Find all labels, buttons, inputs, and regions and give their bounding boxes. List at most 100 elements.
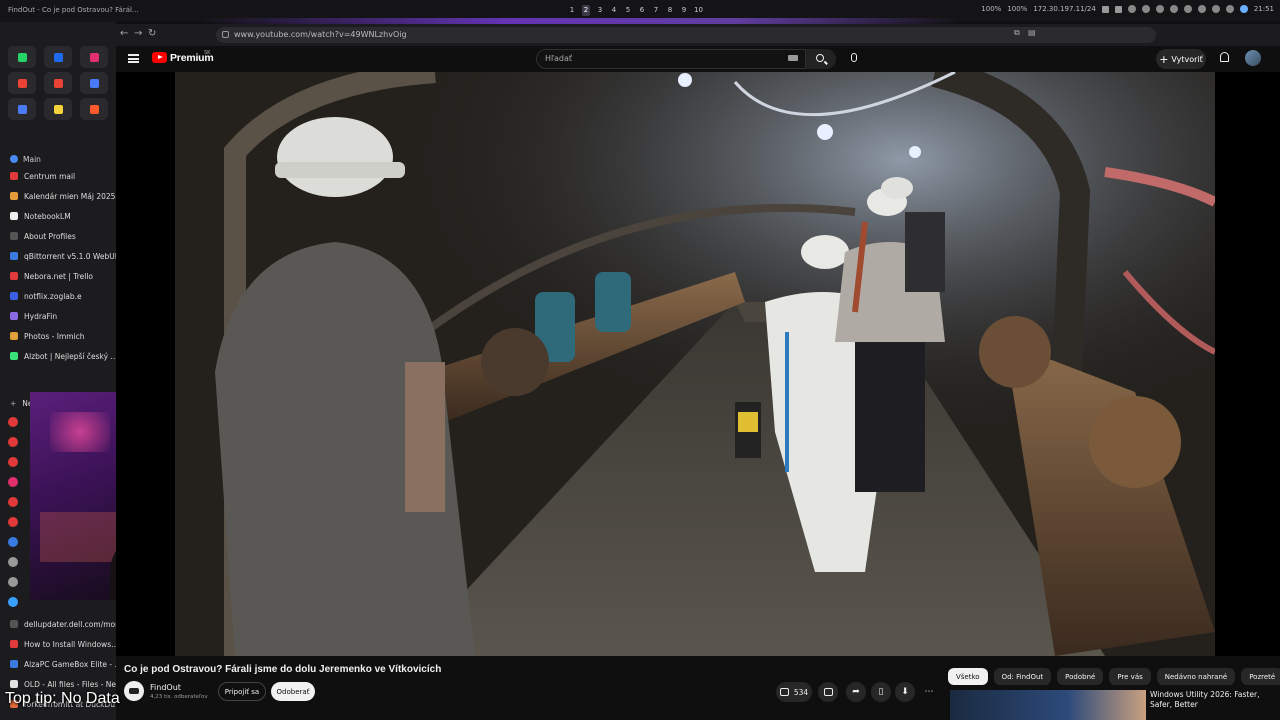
notifications-icon[interactable]	[1225, 5, 1234, 13]
filter-chip[interactable]: Pre vás	[1109, 668, 1151, 685]
workspace-9[interactable]: 9	[680, 5, 688, 16]
collapsed-tab-favicon-icon[interactable]	[8, 497, 18, 507]
discord-icon[interactable]	[1141, 5, 1150, 13]
search-input[interactable]: Hľadať	[536, 49, 806, 69]
save-button[interactable]: ▯	[871, 682, 891, 702]
sidebar-tab[interactable]: About Profiles	[0, 226, 116, 246]
pinned-tab-6[interactable]	[44, 72, 72, 94]
workspace-6[interactable]: 6	[638, 5, 646, 16]
share-button[interactable]: ➦	[846, 682, 866, 702]
recommended-video-thumbnail[interactable]	[950, 690, 1146, 720]
copy-icon[interactable]	[1101, 5, 1109, 13]
workspace-5[interactable]: 5	[624, 5, 632, 16]
phone-icon[interactable]	[1114, 5, 1122, 13]
forward-icon[interactable]: →	[134, 28, 142, 39]
account-avatar[interactable]	[1245, 50, 1261, 66]
favicon-icon	[10, 660, 18, 668]
wifi-icon[interactable]	[1197, 5, 1206, 13]
sidebar-tab[interactable]: Kalendár mien Máj 2025	[0, 186, 116, 206]
favicon-icon	[10, 640, 18, 648]
collapsed-tab-favicon-icon[interactable]	[8, 477, 18, 487]
workspace-4[interactable]: 4	[610, 5, 618, 16]
download-icon: ⬇	[901, 687, 909, 697]
sidebar-tab[interactable]: dellupdater.dell.com/mon…	[0, 614, 116, 634]
recommended-video-title[interactable]: Windows Utility 2026: Faster, Safer, Bet…	[1150, 690, 1272, 710]
back-icon[interactable]: ←	[120, 28, 128, 39]
like-button[interactable]: 534	[776, 682, 812, 702]
sidebar-tab-label: Centrum mail	[24, 171, 76, 181]
collapsed-tab-favicon-icon[interactable]	[8, 517, 18, 527]
sidebar-tab[interactable]: Nebora.net | Trello	[0, 266, 116, 286]
sidebar-tab[interactable]: HydraFin	[0, 306, 116, 326]
clock: 21:51	[1253, 5, 1274, 13]
pinned-tab-10[interactable]	[44, 98, 72, 120]
pinned-tab-9[interactable]	[8, 98, 36, 120]
dislike-button[interactable]	[818, 682, 838, 702]
share-page-icon[interactable]: ⧉	[1014, 28, 1020, 38]
lock-icon[interactable]	[222, 31, 229, 38]
search-button[interactable]	[806, 49, 836, 69]
pinned-tab-7[interactable]	[80, 72, 108, 94]
create-button[interactable]: + Vytvoriť	[1156, 49, 1206, 69]
reload-icon[interactable]: ↻	[148, 28, 156, 39]
sidebar-tab[interactable]: notflix.zoglab.e	[0, 286, 116, 306]
webcam-rgb-light	[50, 412, 110, 452]
filter-chip[interactable]: Od: FindOut	[993, 668, 1052, 685]
sidebar-tab[interactable]: Photos - Immich	[0, 326, 116, 346]
voice-search-button[interactable]	[844, 49, 864, 69]
pinned-tab-3[interactable]	[80, 46, 108, 68]
collapsed-tab-favicon-icon[interactable]	[8, 457, 18, 467]
sidebar-tab-label: How to Install Windows…	[24, 639, 116, 649]
youtube-logo-icon[interactable]	[152, 52, 167, 63]
hamburger-menu-icon[interactable]	[128, 54, 139, 63]
download-button[interactable]: ⬇	[895, 682, 915, 702]
join-button[interactable]: Pripojiť sa	[218, 682, 266, 701]
more-actions-button[interactable]: ⋯	[919, 682, 939, 702]
pinned-tab-1[interactable]	[8, 46, 36, 68]
workspace-7[interactable]: 7	[652, 5, 660, 16]
workspace-10[interactable]: 10	[694, 5, 703, 16]
steam-icon[interactable]	[1127, 5, 1136, 13]
keyboard-icon[interactable]	[788, 55, 798, 61]
sidebar-tab[interactable]: Centrum mail	[0, 166, 116, 186]
webcam-background-shelf	[40, 512, 120, 562]
favicon-icon	[10, 252, 18, 260]
volume-icon[interactable]	[1169, 5, 1178, 13]
power-icon[interactable]	[1239, 5, 1248, 13]
reader-mode-icon[interactable]: ▤	[1028, 28, 1036, 37]
video-player[interactable]	[175, 72, 1215, 656]
pinned-tab-5[interactable]	[8, 72, 36, 94]
system-tray: 100% 100% 172.30.197.11/24 21:51	[981, 5, 1274, 13]
filter-chip[interactable]: Všetko	[948, 668, 988, 685]
workspace-2[interactable]: 2	[582, 5, 590, 16]
collapsed-tab-favicon-icon[interactable]	[8, 537, 18, 547]
subscribed-button[interactable]: Odoberať	[271, 682, 315, 701]
filter-chip[interactable]: Nedávno nahrané	[1156, 668, 1236, 685]
sidebar-tab[interactable]: How to Install Windows…	[0, 634, 116, 654]
filter-chip[interactable]: Podobné	[1057, 668, 1104, 685]
collapsed-tab-favicon-icon[interactable]	[8, 557, 18, 567]
workspace-3[interactable]: 3	[596, 5, 604, 16]
workspace-1[interactable]: 1	[568, 5, 576, 16]
pinned-tab-11[interactable]	[80, 98, 108, 120]
tab-group-main[interactable]: Main	[0, 152, 116, 166]
pinned-tab-2[interactable]	[44, 46, 72, 68]
filter-chip[interactable]: Pozreté	[1241, 668, 1280, 685]
channel-avatar[interactable]	[124, 681, 144, 701]
workspace-8[interactable]: 8	[666, 5, 674, 16]
collapsed-tab-favicon-icon[interactable]	[8, 597, 18, 607]
collapsed-tab-favicon-icon[interactable]	[8, 577, 18, 587]
bluetooth-icon[interactable]	[1211, 5, 1220, 13]
collapsed-tab-favicon-icon[interactable]	[8, 417, 18, 427]
channel-name[interactable]: FindOut	[150, 683, 181, 692]
sidebar-tab[interactable]: qBittorrent v5.1.0 WebUI	[0, 246, 116, 266]
telegram-icon[interactable]	[1183, 5, 1192, 13]
sidebar-tab[interactable]: AlzaPC GameBox Elite - …	[0, 654, 116, 674]
thumbs-down-icon	[823, 688, 833, 696]
bell-icon[interactable]	[1220, 52, 1229, 62]
network-icon[interactable]	[1155, 5, 1164, 13]
sidebar-tab[interactable]: NotebookLM	[0, 206, 116, 226]
sidebar-tab[interactable]: Alzbot | Nejlepší český …	[0, 346, 116, 366]
sidebar-tab-label: dellupdater.dell.com/mon…	[24, 619, 116, 629]
collapsed-tab-favicon-icon[interactable]	[8, 437, 18, 447]
